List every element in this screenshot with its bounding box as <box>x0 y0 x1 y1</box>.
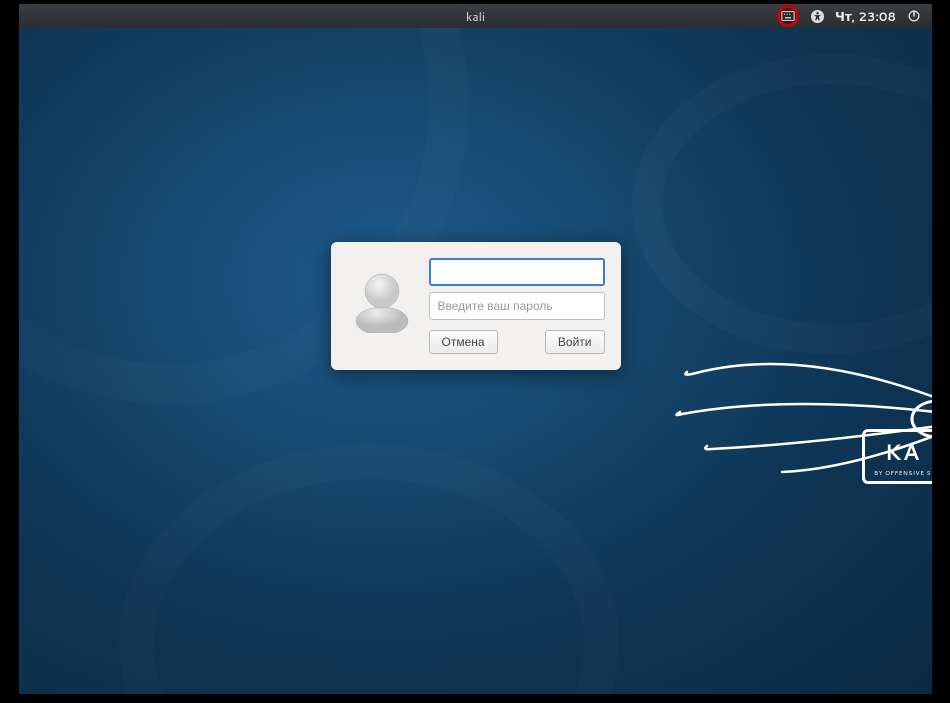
cancel-button[interactable]: Отмена <box>429 330 498 354</box>
login-button-row: Отмена Войти <box>429 330 605 354</box>
annotation-highlight <box>777 5 799 27</box>
hostname-label: kali <box>466 8 485 25</box>
username-field[interactable] <box>429 258 605 286</box>
kali-logo-subtitle: BY OFFENSIVE S <box>874 468 931 477</box>
bg-decoration <box>19 4 536 471</box>
login-button[interactable]: Войти <box>545 330 605 354</box>
accessibility-icon[interactable] <box>809 8 825 24</box>
top-panel: kali <box>19 4 932 28</box>
topbar-right-section: Чт, 23:08 <box>777 5 932 27</box>
login-fields: Отмена Войти <box>429 258 605 354</box>
keyboard-layout-icon[interactable] <box>780 8 796 24</box>
kali-logo-box: KA BY OFFENSIVE S <box>862 429 932 484</box>
bg-decoration <box>119 444 619 694</box>
desktop-screen: kali <box>19 4 932 694</box>
kali-logo-text: KA <box>885 437 921 468</box>
kali-dragon-decoration <box>652 324 932 524</box>
bg-decoration <box>632 54 932 354</box>
user-avatar-icon <box>347 258 417 338</box>
password-field[interactable] <box>429 292 605 320</box>
login-dialog: Отмена Войти <box>331 242 621 370</box>
power-icon[interactable] <box>906 8 922 24</box>
clock-label[interactable]: Чт, 23:08 <box>835 8 896 25</box>
